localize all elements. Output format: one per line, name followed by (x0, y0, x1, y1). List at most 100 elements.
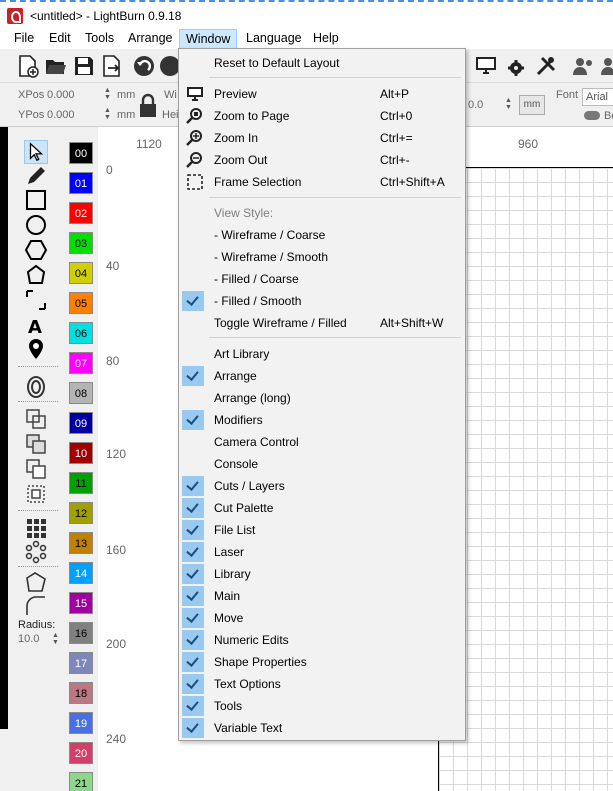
map-pin-icon[interactable] (24, 337, 48, 361)
menu-item-zoom-out[interactable]: Zoom Out Ctrl+- (180, 149, 464, 171)
palette-swatch[interactable]: 06 (69, 322, 93, 344)
palette-swatch[interactable]: 11 (69, 472, 93, 494)
weld-icon[interactable] (24, 407, 48, 431)
menu-item-window-toggle[interactable]: Cuts / Layers (180, 475, 464, 497)
tools-wrench-icon[interactable] (534, 54, 558, 78)
menu-item-window-toggle[interactable]: Move (180, 607, 464, 629)
menu-item-window-toggle[interactable]: Camera Control (180, 431, 464, 453)
menu-item-frame-selection[interactable]: Frame Selection Ctrl+Shift+A (180, 171, 464, 193)
palette-swatch[interactable]: 13 (69, 532, 93, 554)
font-select[interactable]: Arial (582, 88, 613, 106)
menu-file[interactable]: File (8, 29, 40, 49)
menu-item-zoom-to-page[interactable]: Zoom to Page Ctrl+0 (180, 105, 464, 127)
palette-swatch[interactable]: 02 (69, 202, 93, 224)
ypos-spinner[interactable]: ▲ ▼ (104, 107, 112, 121)
menu-edit[interactable]: Edit (43, 29, 77, 49)
ellipse-icon[interactable] (24, 213, 48, 237)
palette-swatch[interactable]: 16 (69, 622, 93, 644)
color-palette: 00 01 02 03 04 05 06 07 08 09 10 11 12 13 14 15 16 17 18 19… (66, 137, 96, 791)
menu-item-wireframe-smooth[interactable]: - Wireframe / Smooth (180, 246, 464, 268)
menu-item-window-toggle[interactable]: File List (180, 519, 464, 541)
palette-swatch[interactable]: 04 (69, 262, 93, 284)
menu-item-window-toggle[interactable]: Arrange (long) (180, 387, 464, 409)
menu-item-window-toggle[interactable]: Numeric Edits (180, 629, 464, 651)
menu-item-toggle-wireframe[interactable]: Toggle Wireframe / Filled Alt+Shift+W (180, 312, 464, 334)
menu-item-window-toggle[interactable]: Tools (180, 695, 464, 717)
bold-toggle[interactable] (584, 111, 600, 120)
menu-window[interactable]: Window (179, 29, 238, 49)
menu-tools[interactable]: Tools (79, 29, 120, 49)
xpos-input[interactable]: 0.000 (47, 89, 75, 101)
menu-item-window-toggle[interactable]: Library (180, 563, 464, 585)
palette-swatch[interactable]: 03 (69, 232, 93, 254)
palette-swatch[interactable]: 01 (69, 172, 93, 194)
palette-swatch[interactable]: 18 (69, 682, 93, 704)
pen-draw-icon[interactable] (24, 164, 48, 188)
palette-swatch[interactable]: 05 (69, 292, 93, 314)
rotate-input[interactable]: 0.0 (468, 99, 483, 111)
users-icon[interactable] (572, 54, 596, 78)
save-icon[interactable] (72, 54, 96, 78)
xpos-spinner[interactable]: ▲ ▼ (104, 87, 112, 101)
boolean-intersect-icon[interactable] (24, 482, 48, 506)
palette-swatch[interactable]: 07 (69, 352, 93, 374)
menu-help[interactable]: Help (307, 29, 345, 49)
open-folder-icon[interactable] (44, 54, 68, 78)
menu-item-window-toggle[interactable]: Cut Palette (180, 497, 464, 519)
menu-item-zoom-in[interactable]: Zoom In Ctrl+= (180, 127, 464, 149)
menu-item-preview[interactable]: Preview Alt+P (180, 83, 464, 105)
rotate-spinner[interactable]: ▲ ▼ (505, 97, 513, 111)
palette-swatch[interactable]: 17 (69, 652, 93, 674)
rectangle-icon[interactable] (24, 188, 48, 212)
grid-array-icon[interactable] (24, 516, 48, 540)
edit-nodes-icon[interactable] (24, 263, 48, 287)
menu-item-window-toggle[interactable]: Main (180, 585, 464, 607)
settings-gear-icon[interactable] (506, 54, 530, 78)
menu-item-window-toggle[interactable]: Variable Text (180, 717, 464, 739)
menu-item-window-toggle[interactable]: Console (180, 453, 464, 475)
users-extra-icon[interactable] (600, 54, 613, 78)
menu-item-wireframe-coarse[interactable]: - Wireframe / Coarse (180, 224, 464, 246)
menu-item-window-toggle[interactable]: Laser (180, 541, 464, 563)
radius-spinner[interactable]: ▲ ▼ (52, 632, 59, 646)
export-icon[interactable] (100, 54, 124, 78)
palette-swatch[interactable]: 00 (69, 142, 93, 164)
menu-item-window-toggle[interactable]: Text Options (180, 673, 464, 695)
menu-item-window-toggle[interactable]: Art Library (180, 343, 464, 365)
menu-arrange[interactable]: Arrange (122, 29, 178, 49)
corner-radius-icon[interactable] (24, 594, 48, 618)
palette-swatch[interactable]: 14 (69, 562, 93, 584)
menu-item-reset-layout[interactable]: Reset to Default Layout (180, 52, 464, 74)
palette-swatch[interactable]: 10 (69, 442, 93, 464)
monitor-icon[interactable] (474, 54, 498, 78)
undo-icon[interactable] (132, 54, 156, 78)
radius-input[interactable]: 10.0 ▲ ▼ (18, 632, 62, 649)
text-tool-icon[interactable]: A (24, 313, 48, 337)
palette-swatch[interactable]: 21 (69, 772, 93, 791)
menu-item-window-toggle[interactable]: Modifiers (180, 409, 464, 431)
palette-swatch[interactable]: 20 (69, 742, 93, 764)
menu-item-window-toggle[interactable]: Shape Properties (180, 651, 464, 673)
menu-item-filled-coarse[interactable]: - Filled / Coarse (180, 268, 464, 290)
polygon-icon[interactable] (24, 238, 48, 262)
palette-swatch[interactable]: 12 (69, 502, 93, 524)
palette-swatch[interactable]: 09 (69, 412, 93, 434)
palette-swatch[interactable]: 08 (69, 382, 93, 404)
menu-item-window-toggle[interactable]: Arrange (180, 365, 464, 387)
circular-array-icon[interactable] (24, 540, 48, 564)
unit-mm-button[interactable]: mm (519, 95, 545, 115)
offset-shapes-icon[interactable] (24, 375, 48, 399)
select-arrow-icon[interactable] (24, 140, 48, 164)
palette-swatch[interactable]: 19 (69, 712, 93, 734)
palette-swatch[interactable]: 15 (69, 592, 93, 614)
ypos-input[interactable]: 0.000 (47, 109, 75, 121)
menu-language[interactable]: Language (240, 29, 308, 49)
menu-item-filled-smooth[interactable]: - Filled / Smooth (180, 290, 464, 312)
lock-icon[interactable] (138, 93, 158, 119)
boolean-union-icon[interactable] (24, 432, 48, 456)
cut-shape-icon[interactable] (24, 570, 48, 594)
menu-item-label: Console (214, 457, 259, 471)
boolean-subtract-icon[interactable] (24, 457, 48, 481)
new-file-icon[interactable] (16, 54, 40, 78)
position-laser-icon[interactable] (24, 288, 48, 312)
